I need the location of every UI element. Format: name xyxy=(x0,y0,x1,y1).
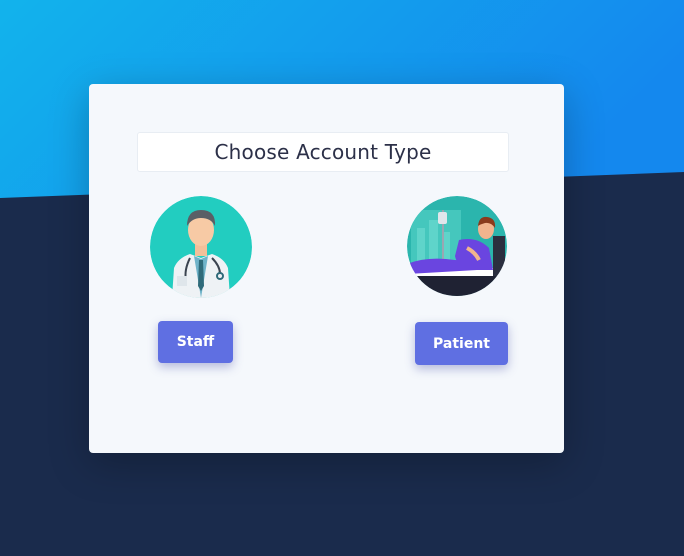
doctor-icon[interactable] xyxy=(150,196,252,298)
account-type-card: Choose Account Type Staff Patient xyxy=(89,84,564,453)
patient-icon[interactable] xyxy=(407,196,507,296)
page-title: Choose Account Type xyxy=(137,132,509,172)
patient-button[interactable]: Patient xyxy=(415,322,508,365)
staff-button[interactable]: Staff xyxy=(158,321,233,363)
